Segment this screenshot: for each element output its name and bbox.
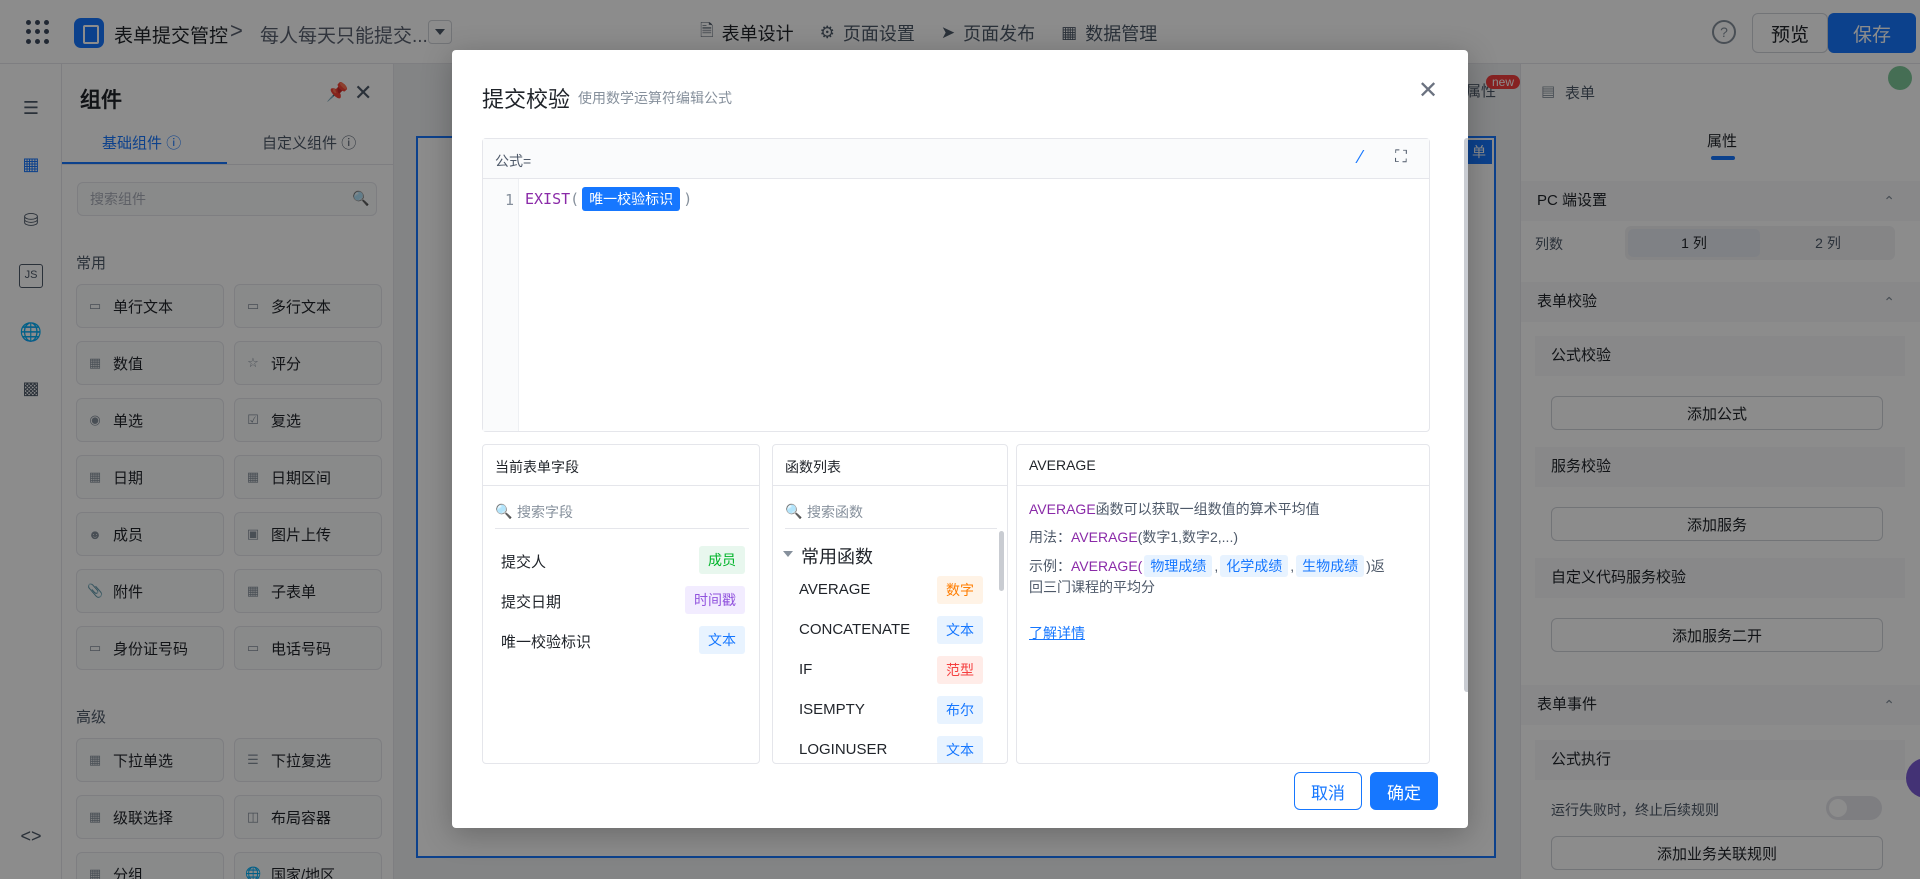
pane-title: 函数列表: [785, 459, 841, 475]
doc-example-line2: 回三门课程的平均分: [1029, 579, 1155, 595]
confirm-button[interactable]: 确定: [1370, 772, 1438, 810]
field-row[interactable]: 提交日期: [501, 591, 561, 612]
type-badge: 文本: [937, 736, 983, 763]
caret-down-icon[interactable]: [783, 551, 793, 557]
function-group-title[interactable]: 常用函数: [801, 543, 873, 569]
example-tail: )返: [1366, 558, 1385, 574]
function-search-input[interactable]: [785, 495, 997, 529]
function-row[interactable]: ISEMPTY: [799, 701, 865, 718]
editor-header: 公式= ⁄ ⛶: [483, 139, 1429, 179]
dialog-title: 提交校验: [482, 87, 571, 112]
function-row[interactable]: LOGINUSER: [799, 741, 887, 758]
fullscreen-icon[interactable]: ⛶: [1395, 147, 1407, 167]
example-label: 示例：: [1029, 558, 1071, 574]
type-badge: 数字: [937, 576, 983, 604]
function-list-pane: 函数列表 🔍 常用函数 AVERAGE 数字 CONCATENATE 文本 IF…: [772, 444, 1008, 764]
code-function: EXIST: [525, 190, 571, 208]
doc-fn-name: AVERAGE: [1029, 501, 1096, 517]
example-chip: 化学成绩: [1220, 555, 1289, 577]
field-row[interactable]: 提交人: [501, 551, 546, 572]
code-open-paren: (: [570, 190, 580, 208]
example-chip: 生物成绩: [1296, 555, 1365, 577]
type-badge: 时间戳: [685, 586, 745, 614]
line-number: 1: [505, 191, 515, 209]
code-close-paren: ): [683, 190, 693, 208]
divider: [773, 485, 1007, 486]
function-row[interactable]: CONCATENATE: [799, 621, 910, 638]
form-fields-pane: 当前表单字段 🔍 提交人 成员 提交日期 时间戳 唯一校验标识 文本: [482, 444, 760, 764]
dialog-scrollbar[interactable]: [1464, 138, 1468, 692]
cancel-button[interactable]: 取消: [1294, 772, 1362, 810]
usage-args: (数字1,数字2,...): [1137, 529, 1239, 545]
list-scrollbar[interactable]: [999, 531, 1004, 591]
formula-code[interactable]: EXIST ( 唯一校验标识 ): [525, 187, 692, 211]
field-row[interactable]: 唯一校验标识: [501, 631, 591, 652]
pane-title: 当前表单字段: [495, 459, 579, 475]
function-row[interactable]: AVERAGE: [799, 581, 870, 598]
learn-more-link[interactable]: 了解详情: [1029, 623, 1085, 643]
formula-editor[interactable]: 公式= ⁄ ⛶ 1 EXIST ( 唯一校验标识 ): [482, 138, 1430, 432]
formula-label: 公式=: [495, 153, 532, 169]
type-badge: 布尔: [937, 696, 983, 724]
function-row[interactable]: IF: [799, 661, 812, 678]
usage-fn: AVERAGE: [1071, 529, 1138, 545]
field-chip[interactable]: 唯一校验标识: [582, 187, 681, 211]
example-fn: AVERAGE(: [1071, 558, 1143, 574]
type-badge: 范型: [937, 656, 983, 684]
example-chip: 物理成绩: [1144, 555, 1213, 577]
line-gutter: [483, 179, 519, 431]
doc-usage: 用法：AVERAGE(数字1,数字2,...): [1029, 527, 1238, 547]
usage-label: 用法：: [1029, 529, 1071, 545]
close-icon[interactable]: ✕: [1418, 76, 1438, 105]
dialog-subtitle: 使用数学运算符编辑公式: [578, 90, 732, 106]
doc-description: AVERAGE函数可以获取一组数值的算术平均值: [1029, 499, 1320, 519]
function-doc-pane: AVERAGE AVERAGE函数可以获取一组数值的算术平均值 用法：AVERA…: [1016, 444, 1430, 764]
type-badge: 文本: [699, 626, 745, 654]
doc-desc-text: 函数可以获取一组数值的算术平均值: [1095, 501, 1320, 517]
pane-title: AVERAGE: [1029, 457, 1096, 473]
type-badge: 文本: [937, 616, 983, 644]
type-badge: 成员: [699, 546, 745, 574]
doc-example: 示例：AVERAGE(物理成绩, 化学成绩, 生物成绩)返: [1029, 555, 1385, 577]
magic-wand-icon[interactable]: ⁄: [1359, 147, 1362, 168]
divider: [1017, 485, 1429, 486]
submit-validation-dialog: 提交校验 使用数学运算符编辑公式 ✕ 公式= ⁄ ⛶ 1 EXIST ( 唯一校…: [452, 50, 1468, 828]
field-search-input[interactable]: [495, 495, 749, 529]
divider: [483, 485, 759, 486]
